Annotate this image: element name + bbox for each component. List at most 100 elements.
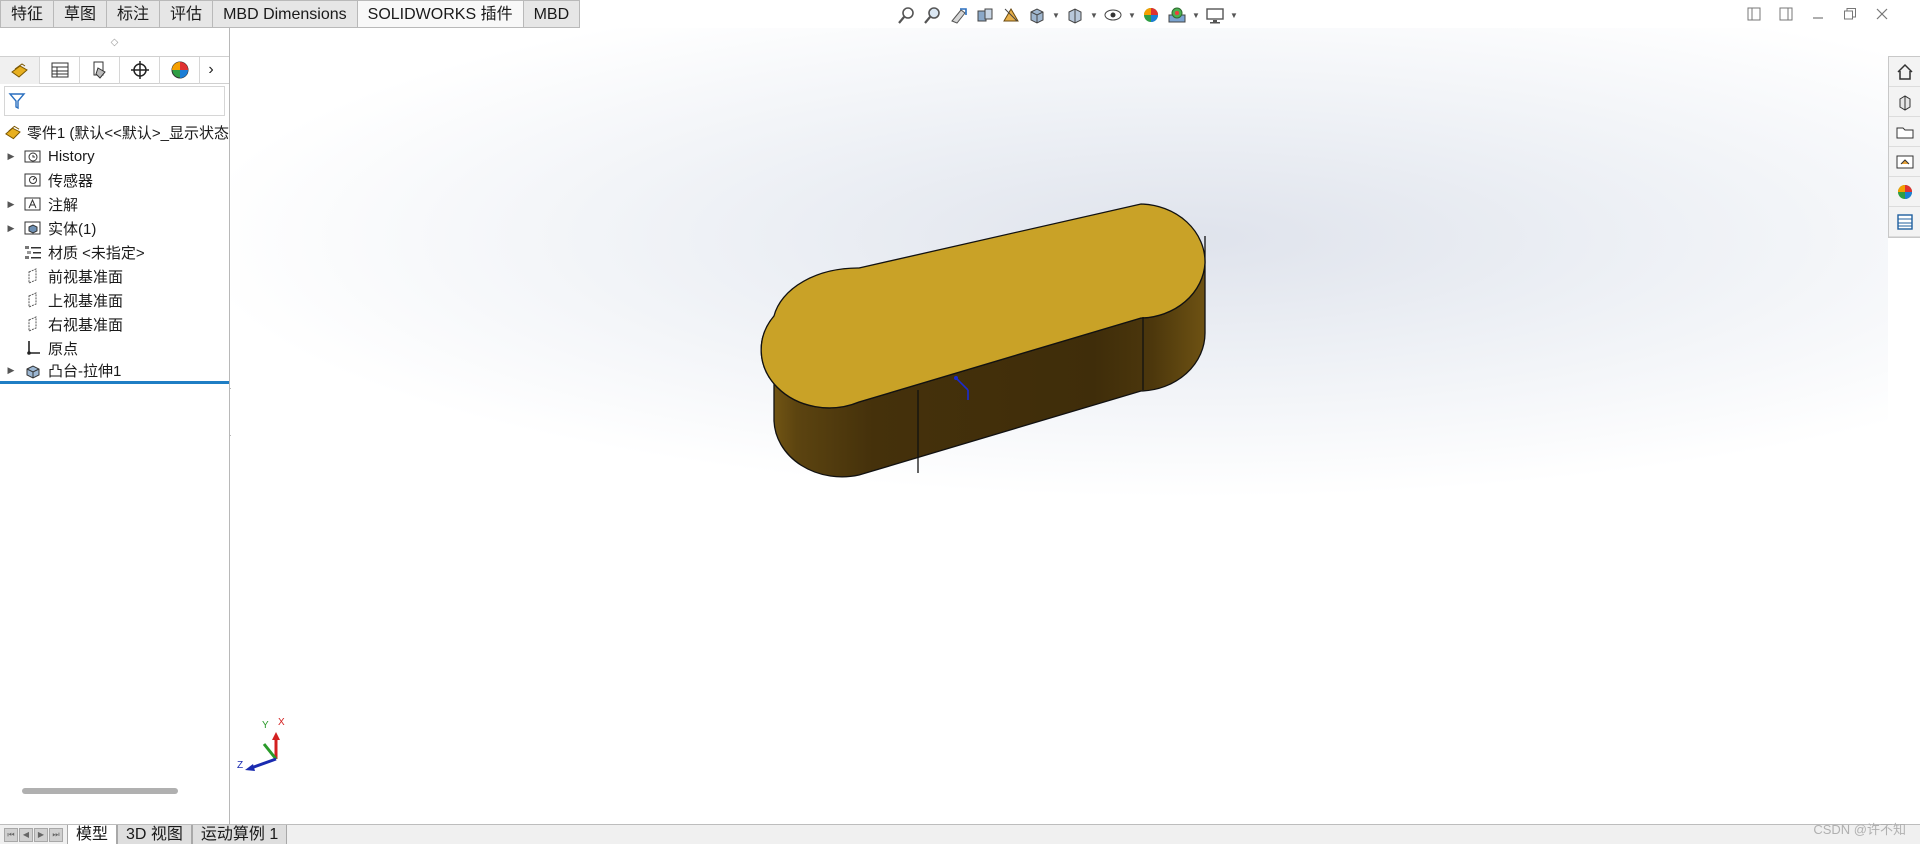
tree-root-label: 零件1 (默认<<默认>_显示状态: [26, 124, 229, 142]
dynamic-annotation-icon[interactable]: [1000, 4, 1022, 26]
tree-item-history[interactable]: ▶ History: [0, 144, 229, 168]
plane-icon: [22, 291, 44, 309]
history-folder-icon: [22, 147, 44, 165]
tree-item-label: 材质 <未指定>: [48, 244, 145, 262]
tab-features[interactable]: 特征: [0, 0, 55, 28]
boss-extrude-icon: [22, 362, 44, 380]
tile-left-icon[interactable]: [1744, 4, 1764, 24]
view-palette-icon[interactable]: [1889, 147, 1920, 177]
task-pane: [1888, 56, 1920, 238]
last-tab-icon[interactable]: ⏭: [49, 827, 63, 842]
graphics-area[interactable]: X Y Z: [231, 28, 1888, 824]
tree-item-boss-extrude[interactable]: ▶ 凸台-拉伸1: [0, 360, 229, 384]
view-orientation-icon[interactable]: [1026, 4, 1048, 26]
tree-item-sensors[interactable]: 传感器: [0, 168, 229, 192]
horizontal-scrollbar[interactable]: [22, 788, 178, 794]
solid-bodies-icon: [22, 219, 44, 237]
design-library-icon[interactable]: [1889, 87, 1920, 117]
propertymanager-icon[interactable]: [40, 56, 80, 84]
zoom-to-area-icon[interactable]: [922, 4, 944, 26]
section-view-icon[interactable]: [974, 4, 996, 26]
zoom-to-fit-icon[interactable]: [896, 4, 918, 26]
tree-item-label: 原点: [48, 340, 79, 358]
expand-arrow-icon[interactable]: ▶: [0, 199, 16, 210]
tab-motion-study-1[interactable]: 运动算例 1: [191, 825, 288, 844]
window-controls: [1744, 4, 1892, 24]
configurationmanager-icon[interactable]: [80, 56, 120, 84]
first-tab-icon[interactable]: ⏮: [4, 827, 18, 842]
featuremanager-icon[interactable]: [0, 56, 40, 84]
sensor-icon: [22, 171, 44, 189]
tab-mbd-dimensions[interactable]: MBD Dimensions: [213, 0, 358, 28]
expand-arrow-icon[interactable]: ▶: [0, 223, 16, 234]
expand-arrow-icon[interactable]: ▶: [0, 151, 16, 162]
previous-tab-icon[interactable]: ◀: [19, 827, 33, 842]
command-manager-tabs: 特征 草图 标注 评估 MBD Dimensions SOLIDWORKS 插件…: [0, 0, 581, 28]
plane-icon: [22, 267, 44, 285]
tree-item-solid-bodies[interactable]: ▶ 实体(1): [0, 216, 229, 240]
tab-solidworks-addins[interactable]: SOLIDWORKS 插件: [357, 0, 524, 28]
triad-y-label: Y: [262, 720, 269, 731]
next-tab-icon[interactable]: ▶: [34, 827, 48, 842]
display-style-icon[interactable]: [1064, 4, 1086, 26]
tab-navigation: ⏮ ◀ ▶ ⏭: [0, 825, 67, 844]
tree-item-origin[interactable]: 原点: [0, 336, 229, 360]
tree-root-part[interactable]: 零件1 (默认<<默认>_显示状态: [0, 120, 229, 144]
chevron-down-icon[interactable]: ▼: [1192, 11, 1200, 20]
tab-mbd[interactable]: MBD: [523, 0, 581, 28]
dimxpertmanager-icon[interactable]: [120, 56, 160, 84]
origin-icon: [22, 339, 44, 357]
tab-model[interactable]: 模型: [67, 825, 118, 844]
minimize-icon[interactable]: [1808, 4, 1828, 24]
tab-markup[interactable]: 标注: [107, 0, 161, 28]
close-icon[interactable]: [1872, 4, 1892, 24]
tree-item-label: 传感器: [48, 172, 94, 190]
view-settings-icon[interactable]: [1204, 4, 1226, 26]
expand-arrow-icon[interactable]: ▶: [0, 365, 16, 376]
file-explorer-icon[interactable]: [1889, 117, 1920, 147]
hide-show-items-icon[interactable]: [1102, 4, 1124, 26]
tree-filter[interactable]: [4, 86, 225, 116]
tree-item-label: 右视基准面: [48, 316, 124, 334]
watermark: CSDN @许不知: [1813, 822, 1906, 837]
annotations-icon: [22, 195, 44, 213]
triad-x-label: X: [278, 717, 285, 728]
chevron-down-icon[interactable]: ▼: [1090, 11, 1098, 20]
tree-item-label: 前视基准面: [48, 268, 124, 286]
model-view[interactable]: X Y Z: [231, 28, 1888, 824]
restore-icon[interactable]: [1840, 4, 1860, 24]
displaymanager-icon[interactable]: [160, 56, 200, 84]
tab-sketch[interactable]: 草图: [54, 0, 108, 28]
panel-collapse-handle[interactable]: ◇: [0, 28, 229, 56]
heads-up-view-toolbar: ▼ ▼ ▼ ▼ ▼: [896, 3, 1238, 27]
tree-item-label: History: [48, 147, 95, 165]
filter-icon[interactable]: [8, 92, 26, 110]
tab-3d-views[interactable]: 3D 视图: [117, 825, 192, 844]
chevron-down-icon[interactable]: ▼: [1230, 11, 1238, 20]
manager-tabs: ›: [0, 56, 229, 84]
edit-appearance-icon[interactable]: [1140, 4, 1162, 26]
tab-evaluate[interactable]: 评估: [160, 0, 214, 28]
model-view-tabs: ⏮ ◀ ▶ ⏭ 模型 3D 视图 运动算例 1: [0, 824, 1920, 844]
tree-item-annotations[interactable]: ▶ 注解: [0, 192, 229, 216]
featuremanager-panel: ◇ › 零件1 (默认<<默认>_显示状态 ▶ History 传感器 ▶ 注解…: [0, 28, 230, 824]
tile-right-icon[interactable]: [1776, 4, 1796, 24]
tree-item-label: 上视基准面: [48, 292, 124, 310]
tree-item-front-plane[interactable]: 前视基准面: [0, 264, 229, 288]
solidworks-resources-icon[interactable]: [1889, 57, 1920, 87]
apply-scene-icon[interactable]: [1166, 4, 1188, 26]
chevron-down-icon[interactable]: ▼: [1128, 11, 1136, 20]
custom-properties-icon[interactable]: [1889, 207, 1920, 237]
material-icon: [22, 243, 44, 261]
part-icon: [5, 125, 21, 140]
chevron-down-icon[interactable]: ▼: [1052, 11, 1060, 20]
previous-view-icon[interactable]: [948, 4, 970, 26]
triad-z-label: Z: [237, 760, 243, 771]
tree-item-right-plane[interactable]: 右视基准面: [0, 312, 229, 336]
tree-item-top-plane[interactable]: 上视基准面: [0, 288, 229, 312]
chevron-right-icon[interactable]: ›: [200, 61, 222, 79]
tree-item-label: 凸台-拉伸1: [48, 363, 122, 380]
tree-item-material[interactable]: 材质 <未指定>: [0, 240, 229, 264]
appearances-scenes-icon[interactable]: [1889, 177, 1920, 207]
coordinate-triad-icon: [245, 732, 280, 771]
